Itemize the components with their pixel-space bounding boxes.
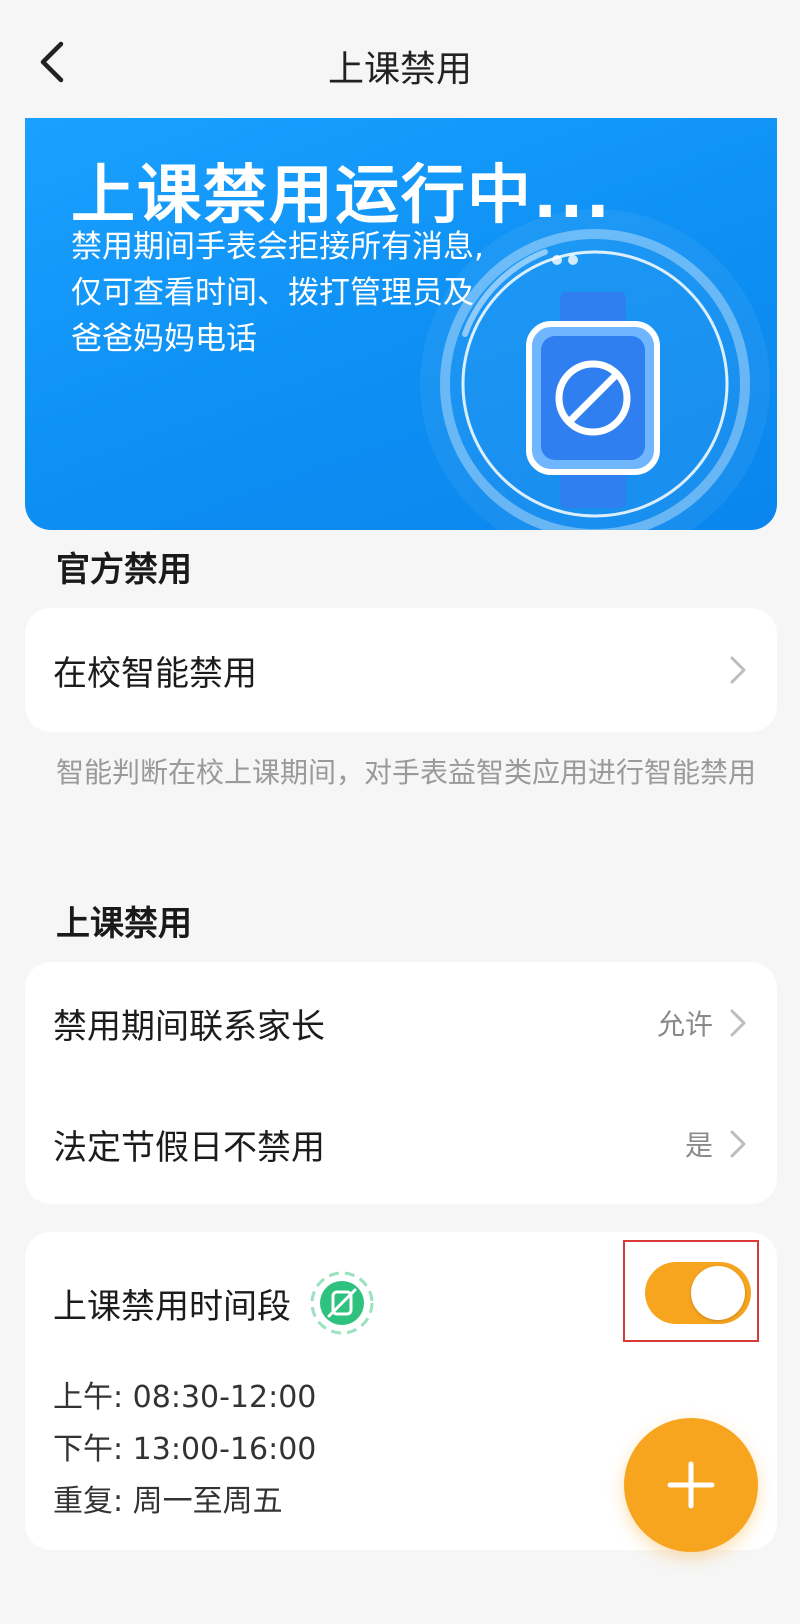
chevron-right-icon <box>730 1009 746 1037</box>
morning-line: 上午: 08:30-12:00 <box>53 1372 316 1424</box>
contact-parents-label: 禁用期间联系家长 <box>53 1006 325 1047</box>
schedule-details: 上午: 08:30-12:00 下午: 13:00-16:00 重复: 周一至周… <box>53 1372 316 1528</box>
watch-ban-icon <box>420 209 770 530</box>
schedule-title: 上课禁用时间段 <box>53 1286 291 1327</box>
page: 上课禁用 上课禁用运行中... 禁用期间手表会拒接所有消息, 仅可查看时间、拨打… <box>0 0 800 1624</box>
page-title: 上课禁用 <box>327 49 472 90</box>
repeat-label: 重复: <box>53 1484 124 1519</box>
row-right <box>727 653 749 687</box>
holiday-label: 法定节假日不禁用 <box>53 1127 325 1168</box>
smart-ban-label: 在校智能禁用 <box>53 653 257 694</box>
status-banner: 上课禁用运行中... 禁用期间手表会拒接所有消息, 仅可查看时间、拨打管理员及 … <box>25 118 777 530</box>
morning-label: 上午: <box>53 1380 124 1415</box>
afternoon-line: 下午: 13:00-16:00 <box>53 1424 316 1476</box>
section-title-class-ban: 上课禁用 <box>56 904 192 944</box>
contact-parents-row[interactable]: 禁用期间联系家长 允许 <box>25 962 777 1084</box>
official-card: 在校智能禁用 <box>25 608 777 732</box>
contact-parents-value: 允许 <box>656 1008 713 1041</box>
smart-ban-row[interactable]: 在校智能禁用 <box>25 608 777 732</box>
morning-value: 08:30-12:00 <box>132 1380 317 1415</box>
repeat-value: 周一至周五 <box>132 1484 283 1519</box>
schedule-toggle[interactable] <box>645 1262 751 1324</box>
slash-circle-badge-icon <box>310 1271 374 1335</box>
row-right: 允许 <box>657 1003 749 1043</box>
header: 上课禁用 <box>0 0 800 118</box>
toggle-knob <box>691 1266 745 1320</box>
afternoon-value: 13:00-16:00 <box>132 1432 317 1467</box>
smart-ban-note: 智能判断在校上课期间，对手表益智类应用进行智能禁用 <box>56 756 757 789</box>
schedule-title-wrap: 上课禁用时间段 <box>53 1270 375 1336</box>
row-right: 是 <box>685 1124 749 1164</box>
class-ban-card: 禁用期间联系家长 允许 法定节假日不禁用 是 <box>25 962 777 1204</box>
plus-icon <box>667 1461 715 1509</box>
section-title-official: 官方禁用 <box>56 550 192 590</box>
add-schedule-button[interactable] <box>624 1418 758 1552</box>
afternoon-label: 下午: <box>53 1432 124 1467</box>
repeat-line: 重复: 周一至周五 <box>53 1476 316 1528</box>
chevron-right-icon <box>730 1130 746 1158</box>
holiday-row[interactable]: 法定节假日不禁用 是 <box>25 1084 777 1204</box>
chevron-right-icon <box>730 656 746 684</box>
holiday-value: 是 <box>684 1129 713 1162</box>
